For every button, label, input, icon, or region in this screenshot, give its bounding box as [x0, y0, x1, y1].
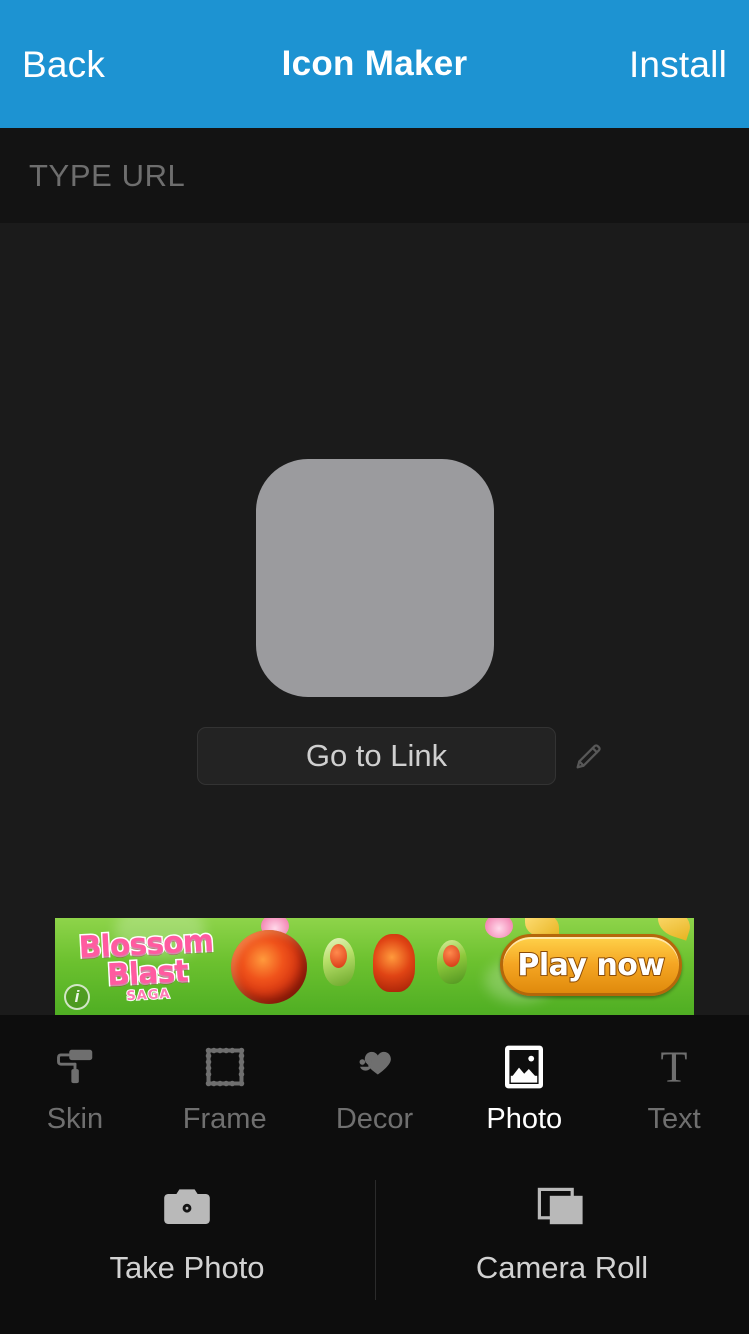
- tab-text-label: Text: [647, 1103, 701, 1135]
- ad-bud-image: [323, 938, 355, 986]
- svg-text:T: T: [661, 1044, 688, 1090]
- ad-banner[interactable]: Blossom Blast SAGA Play now i: [55, 918, 694, 1015]
- icon-preview[interactable]: [256, 459, 494, 697]
- ad-rose-image: [231, 930, 307, 1004]
- tab-skin[interactable]: Skin: [0, 1015, 150, 1148]
- ad-title-line2: Blast: [105, 952, 190, 994]
- photo-image-icon: [500, 1042, 548, 1092]
- icon-editor-canvas: Go to Link: [0, 223, 749, 918]
- pencil-icon[interactable]: [572, 739, 606, 773]
- link-label-field[interactable]: Go to Link: [197, 727, 556, 785]
- ad-flower-decoration: [485, 918, 513, 938]
- ad-play-now-label: Play now: [516, 947, 666, 984]
- ad-bud-image: [437, 940, 467, 984]
- link-label-text: Go to Link: [305, 738, 448, 773]
- editor-tab-bar: Skin circle{r:1.45} Frame: [0, 1015, 749, 1148]
- tab-photo[interactable]: Photo: [449, 1015, 599, 1148]
- tab-text[interactable]: T Text: [599, 1015, 749, 1148]
- take-photo-label: Take Photo: [109, 1250, 265, 1285]
- navigation-bar: Back Icon Maker Install: [0, 0, 749, 128]
- install-button[interactable]: Install: [629, 46, 727, 83]
- camera-roll-label: Camera Roll: [475, 1250, 649, 1285]
- paint-roller-icon: [52, 1042, 98, 1092]
- smiley-heart-icon: [349, 1042, 399, 1092]
- ad-play-now-button[interactable]: Play now: [500, 934, 682, 996]
- photo-source-panel: Take Photo Camera Roll: [0, 1148, 749, 1334]
- link-label-row: Go to Link: [0, 727, 749, 785]
- take-photo-button[interactable]: Take Photo: [0, 1176, 374, 1283]
- tab-frame[interactable]: circle{r:1.45} Frame: [150, 1015, 300, 1148]
- camera-roll-button[interactable]: Camera Roll: [375, 1176, 749, 1283]
- picture-frame-icon: circle{r:1.45}: [202, 1042, 248, 1092]
- tab-photo-label: Photo: [486, 1103, 563, 1135]
- tab-frame-label: Frame: [182, 1103, 267, 1135]
- tab-decor-label: Decor: [335, 1103, 414, 1135]
- app-screen: Back Icon Maker Install TYPE URL Go to L…: [0, 0, 749, 1334]
- tab-skin-label: Skin: [46, 1103, 104, 1135]
- ad-info-icon[interactable]: i: [64, 984, 90, 1010]
- back-button[interactable]: Back: [22, 46, 105, 83]
- photo-stack-icon: [535, 1176, 589, 1238]
- ad-subtitle: SAGA: [125, 986, 172, 1005]
- tab-decor[interactable]: Decor: [300, 1015, 450, 1148]
- ad-bud-image: [373, 934, 415, 992]
- url-input-row[interactable]: TYPE URL: [0, 128, 749, 223]
- camera-icon: [159, 1176, 215, 1238]
- text-t-icon: T: [651, 1042, 697, 1092]
- url-input-placeholder: TYPE URL: [29, 157, 186, 193]
